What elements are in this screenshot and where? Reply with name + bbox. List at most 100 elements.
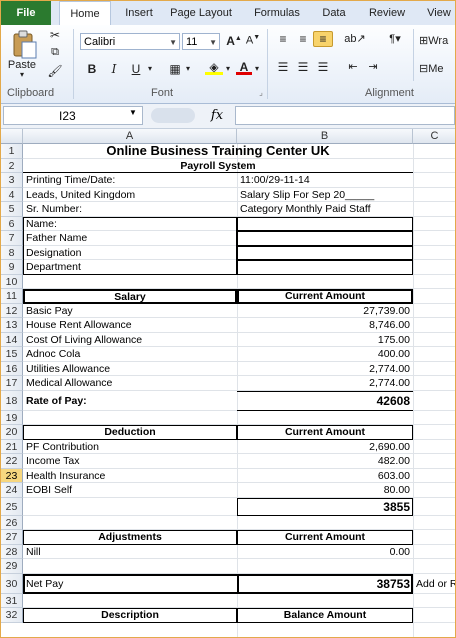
name-box-dropdown-icon[interactable]: ▼ — [129, 108, 137, 117]
cell-a28[interactable]: Nill — [23, 545, 237, 560]
merge-center-button[interactable]: ⊟Me — [419, 62, 455, 75]
cell-a26[interactable] — [23, 516, 237, 531]
copy-icon[interactable]: ⧉ — [45, 45, 65, 63]
cell-a7[interactable]: Father Name — [23, 231, 237, 246]
cell-a12[interactable]: Basic Pay — [23, 304, 237, 319]
cut-icon[interactable]: ✂ — [45, 27, 65, 45]
cell-b3[interactable]: 11:00/29-11-14 — [237, 173, 413, 188]
tab-page-layout[interactable]: Page Layout — [167, 1, 235, 25]
cell-b28[interactable]: 0.00 — [237, 545, 413, 560]
row-header[interactable]: 29 — [1, 559, 23, 574]
row-header[interactable]: 16 — [1, 361, 23, 376]
row-header[interactable]: 8 — [1, 245, 23, 260]
cell-b20[interactable]: Current Amount — [237, 425, 413, 440]
cell-b13[interactable]: 8,746.00 — [237, 318, 413, 333]
tab-file[interactable]: File — [1, 1, 51, 25]
row-header[interactable]: 7 — [1, 231, 23, 246]
row-header[interactable]: 26 — [1, 515, 23, 530]
cell-a2[interactable]: Payroll System — [23, 159, 413, 174]
paste-dropdown-icon[interactable]: ▾ — [17, 70, 27, 79]
cell-b8[interactable] — [237, 246, 413, 261]
row-header[interactable]: 19 — [1, 410, 23, 425]
grow-font-icon[interactable]: A▲ — [225, 33, 243, 49]
cell-a3[interactable]: Printing Time/Date: — [23, 173, 237, 188]
align-middle-icon[interactable]: ≡ — [293, 31, 313, 47]
cell-b15[interactable]: 400.00 — [237, 347, 413, 362]
row-header[interactable]: 10 — [1, 274, 23, 289]
cell-b24[interactable]: 80.00 — [237, 483, 413, 498]
cell-a24[interactable]: EOBI Self — [23, 483, 237, 498]
cell-b18[interactable]: 42608 — [237, 391, 413, 411]
paste-icon[interactable] — [7, 29, 41, 61]
row-header[interactable]: 3 — [1, 173, 23, 188]
cell-b19[interactable] — [237, 411, 413, 426]
row-header[interactable]: 22 — [1, 454, 23, 469]
cell-a22[interactable]: Income Tax — [23, 454, 237, 469]
row-header[interactable]: 23 — [1, 468, 23, 483]
cell-a32[interactable]: Description — [23, 608, 237, 623]
formula-input[interactable] — [235, 106, 455, 125]
cell-a31[interactable] — [23, 594, 237, 609]
name-box[interactable]: I23 — [3, 106, 143, 125]
bold-icon[interactable]: B — [83, 61, 101, 77]
cell-a23[interactable]: Health Insurance — [23, 469, 237, 484]
align-center-icon[interactable]: ☰ — [293, 59, 313, 75]
cell-a8[interactable]: Designation — [23, 246, 237, 261]
row-header[interactable]: 15 — [1, 347, 23, 362]
row-header[interactable]: 31 — [1, 593, 23, 608]
italic-icon[interactable]: I — [105, 61, 123, 77]
shrink-font-icon[interactable]: A▼ — [244, 33, 262, 48]
cell-a1[interactable]: Online Business Training Center UK — [23, 143, 413, 159]
tab-review[interactable]: Review — [365, 1, 409, 25]
increase-indent-icon[interactable]: ⇥ — [363, 59, 383, 74]
font-name-combo[interactable]: Calibri ▼ — [80, 33, 180, 50]
column-header-b[interactable]: B — [237, 129, 413, 144]
row-header[interactable]: 27 — [1, 530, 23, 545]
tab-formulas[interactable]: Formulas — [249, 1, 305, 25]
orientation-icon[interactable]: ab↗ — [343, 31, 367, 46]
wrap-text-button[interactable]: ⊞Wra — [419, 34, 455, 47]
row-header[interactable]: 21 — [1, 439, 23, 454]
tab-insert[interactable]: Insert — [119, 1, 159, 25]
cell-a16[interactable]: Utilities Allowance — [23, 362, 237, 377]
cell-a30[interactable]: Net Pay — [23, 574, 237, 594]
column-header-c[interactable]: C — [413, 129, 455, 144]
cell-b4[interactable]: Salary Slip For Sep 20_____ — [237, 188, 413, 203]
row-header[interactable]: 5 — [1, 202, 23, 217]
underline-icon[interactable]: U — [127, 61, 145, 77]
font-size-combo[interactable]: 11 ▼ — [182, 33, 220, 50]
align-top-icon[interactable]: ≡ — [273, 31, 293, 47]
cell-b25[interactable]: 3855 — [237, 498, 413, 516]
cell-b5[interactable]: Category Monthly Paid Staff — [237, 202, 413, 217]
row-header[interactable]: 17 — [1, 376, 23, 391]
align-right-icon[interactable]: ☰ — [313, 59, 333, 75]
cell-b32[interactable]: Balance Amount — [237, 608, 413, 623]
cell-b9[interactable] — [237, 260, 413, 275]
row-header[interactable]: 13 — [1, 318, 23, 333]
row-header[interactable]: 32 — [1, 608, 23, 623]
row-header[interactable]: 25 — [1, 497, 23, 516]
row-header[interactable]: 4 — [1, 187, 23, 202]
cell-b22[interactable]: 482.00 — [237, 454, 413, 469]
format-painter-icon[interactable]: 🖌 — [45, 63, 65, 81]
cell-a14[interactable]: Cost Of Living Allowance — [23, 333, 237, 348]
cell-a21[interactable]: PF Contribution — [23, 440, 237, 455]
cell-a15[interactable]: Adnoc Cola — [23, 347, 237, 362]
cell-a25[interactable] — [23, 498, 237, 516]
row-header[interactable]: 28 — [1, 544, 23, 559]
font-color-dropdown-icon[interactable]: ▾ — [251, 63, 263, 74]
cell-b30[interactable]: 38753 — [237, 574, 413, 594]
row-header[interactable]: 14 — [1, 332, 23, 347]
formula-bar-resize-handle[interactable] — [151, 108, 195, 123]
column-header-a[interactable]: A — [23, 129, 237, 144]
decrease-indent-icon[interactable]: ⇤ — [343, 59, 363, 74]
insert-function-icon[interactable]: fx — [203, 106, 231, 125]
row-header[interactable]: 12 — [1, 303, 23, 318]
cell-b27[interactable]: Current Amount — [237, 530, 413, 545]
cell-c30[interactable]: Add or R — [413, 574, 455, 594]
cell-a5[interactable]: Sr. Number: — [23, 202, 237, 217]
align-bottom-icon[interactable]: ≡ — [313, 31, 333, 47]
row-header[interactable]: 6 — [1, 216, 23, 231]
align-left-icon[interactable]: ☰ — [273, 59, 293, 75]
cell-a20[interactable]: Deduction — [23, 425, 237, 440]
